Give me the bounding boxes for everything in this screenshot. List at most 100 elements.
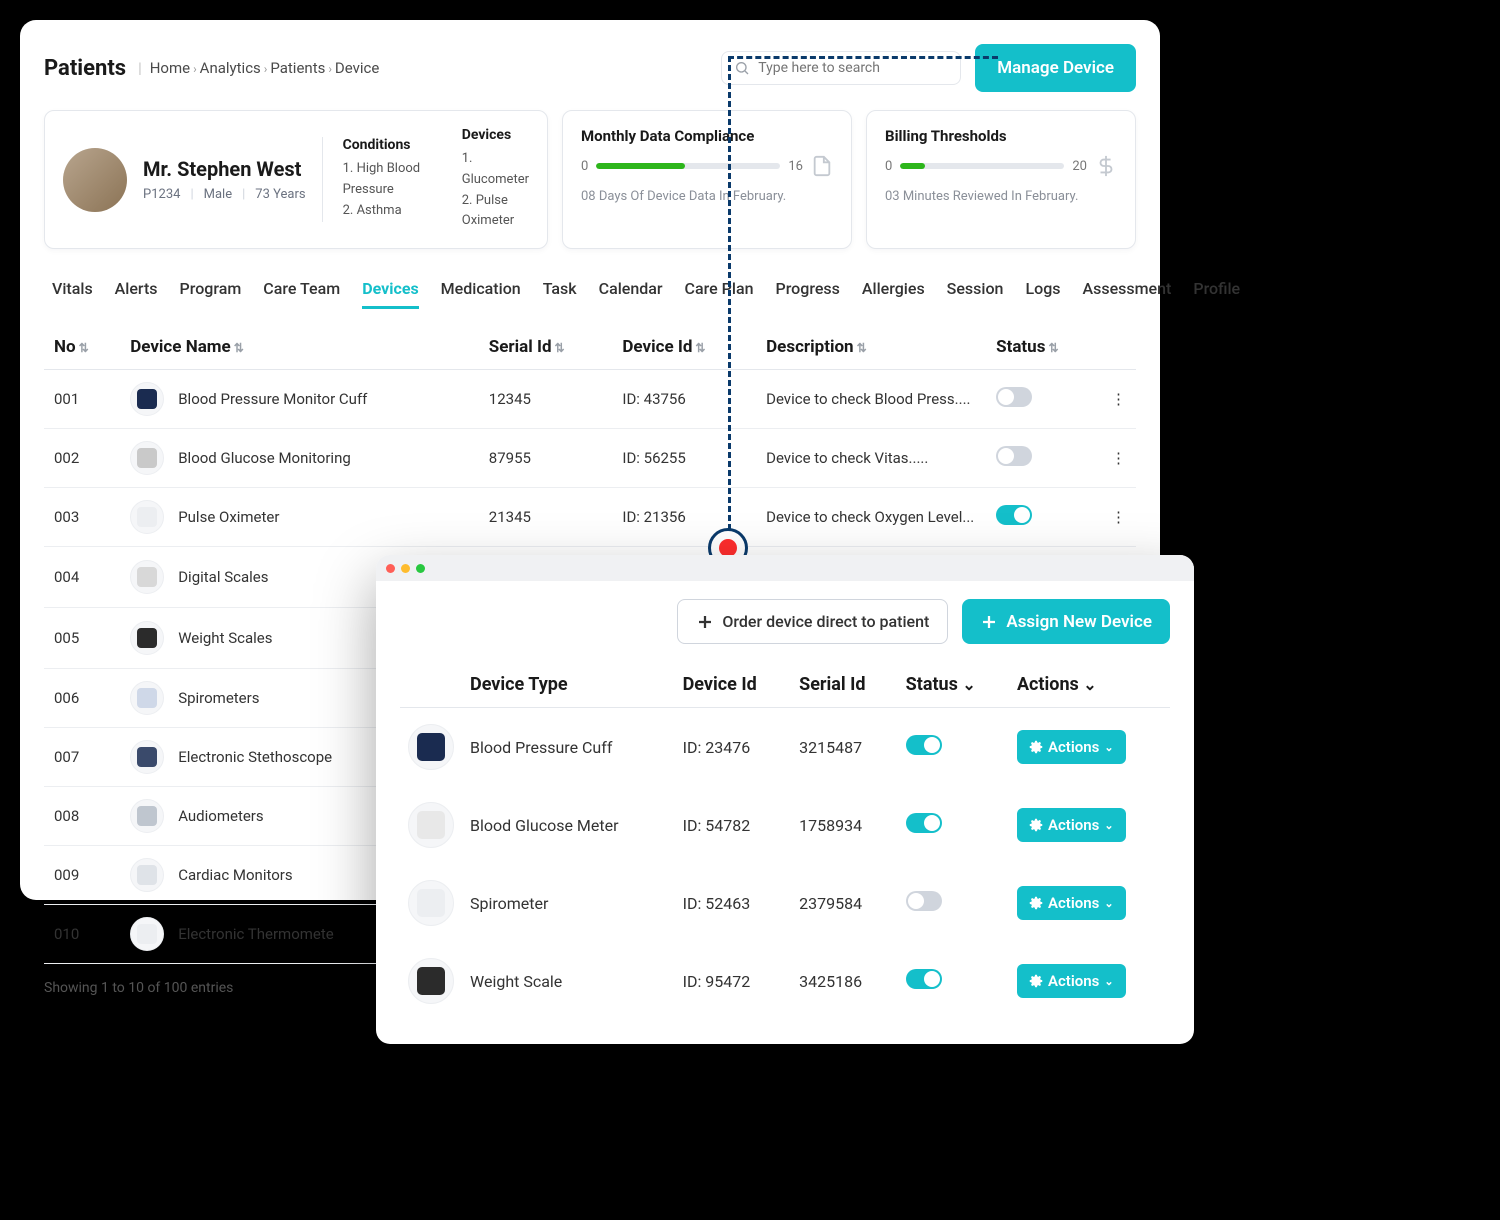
table-row: 002Blood Glucose Monitoring87955ID: 5625… <box>44 429 1136 488</box>
table-row: SpirometerID: 524632379584 Actions ⌄ <box>400 864 1170 942</box>
status-toggle[interactable] <box>906 813 942 833</box>
breadcrumb-link[interactable]: Patients <box>270 59 325 77</box>
plus-icon <box>696 613 714 631</box>
status-toggle[interactable] <box>906 891 942 911</box>
sort-icon: ⇅ <box>555 341 565 355</box>
compliance-bar <box>596 163 780 169</box>
tab-progress[interactable]: Progress <box>776 271 840 309</box>
sort-icon: ⇅ <box>234 341 244 355</box>
device-name: Blood Pressure Monitor Cuff <box>178 390 367 408</box>
device-icon <box>408 880 454 926</box>
device-name: Blood Glucose Monitoring <box>178 449 351 467</box>
row-menu-button[interactable]: ⋮ <box>1101 429 1136 488</box>
tab-care-plan[interactable]: Care Plan <box>685 271 754 309</box>
row-menu-button[interactable]: ⋮ <box>1101 370 1136 429</box>
device-icon <box>130 382 164 416</box>
gear-icon <box>1029 974 1043 988</box>
zoom-dot-icon[interactable] <box>416 564 425 573</box>
row-menu-button[interactable]: ⋮ <box>1101 488 1136 547</box>
popup-devices-table: Device Type Device Id Serial Id Status ⌄… <box>400 662 1170 1020</box>
status-toggle[interactable] <box>996 387 1032 407</box>
callout-line <box>728 56 998 59</box>
device-type: Spirometer <box>462 864 675 942</box>
device-name: Pulse Oximeter <box>178 508 279 526</box>
close-dot-icon[interactable] <box>386 564 395 573</box>
breadcrumb: Patients | Home › Analytics › Patients ›… <box>44 56 379 81</box>
tab-session[interactable]: Session <box>947 271 1004 309</box>
breadcrumb-link[interactable]: Analytics <box>200 59 261 77</box>
tab-medication[interactable]: Medication <box>441 271 521 309</box>
row-actions-button[interactable]: Actions ⌄ <box>1017 730 1126 764</box>
row-actions-button[interactable]: Actions ⌄ <box>1017 964 1126 998</box>
chevron-down-icon: ⌄ <box>962 675 975 694</box>
device-icon <box>130 681 164 715</box>
status-toggle[interactable] <box>906 969 942 989</box>
row-actions-button[interactable]: Actions ⌄ <box>1017 886 1126 920</box>
device-name: Audiometers <box>178 807 263 825</box>
breadcrumb-link[interactable]: Home <box>150 59 190 77</box>
status-toggle[interactable] <box>996 505 1032 525</box>
manage-device-button[interactable]: Manage Device <box>975 44 1136 92</box>
table-row: 003Pulse Oximeter21345ID: 21356Device to… <box>44 488 1136 547</box>
col-devid[interactable]: Device Id <box>675 662 792 708</box>
popup-titlebar <box>376 555 1194 581</box>
page-title: Patients <box>44 56 126 81</box>
gear-icon <box>1029 896 1043 910</box>
device-type: Blood Pressure Cuff <box>462 708 675 787</box>
status-toggle[interactable] <box>906 735 942 755</box>
device-name: Weight Scales <box>178 629 272 647</box>
table-row: Weight ScaleID: 954723425186 Actions ⌄ <box>400 942 1170 1020</box>
sort-icon: ⇅ <box>1048 341 1058 355</box>
device-icon <box>130 740 164 774</box>
col-no[interactable]: No⇅ <box>44 325 120 370</box>
col-status[interactable]: Status⇅ <box>986 325 1101 370</box>
tab-assessment[interactable]: Assessment <box>1083 271 1172 309</box>
gear-icon <box>1029 740 1043 754</box>
patient-name: Mr. Stephen West <box>143 157 306 181</box>
tab-calendar[interactable]: Calendar <box>599 271 663 309</box>
tab-care-team[interactable]: Care Team <box>263 271 340 309</box>
assign-device-button[interactable]: Assign New Device <box>962 599 1170 644</box>
col-type[interactable]: Device Type <box>462 662 675 708</box>
patient-meta: P1234| Male| 73 Years <box>143 187 306 202</box>
device-name: Electronic Stethoscope <box>178 748 332 766</box>
col-serial[interactable]: Serial Id <box>791 662 898 708</box>
device-icon <box>130 621 164 655</box>
devices-block: Devices 1. Glucometer 2. Pulse Oximeter <box>442 127 529 232</box>
avatar <box>63 148 127 212</box>
device-name: Electronic Thermomete <box>178 925 334 943</box>
col-desc[interactable]: Description⇅ <box>756 325 986 370</box>
col-name[interactable]: Device Name⇅ <box>120 325 479 370</box>
tab-alerts[interactable]: Alerts <box>115 271 158 309</box>
sort-icon: ⇅ <box>857 341 867 355</box>
tab-task[interactable]: Task <box>543 271 577 309</box>
tab-profile[interactable]: Profile <box>1193 271 1240 309</box>
tab-program[interactable]: Program <box>180 271 242 309</box>
device-name: Spirometers <box>178 689 259 707</box>
search-input[interactable] <box>758 60 948 76</box>
device-type: Weight Scale <box>462 942 675 1020</box>
tab-devices[interactable]: Devices <box>362 271 418 309</box>
row-actions-button[interactable]: Actions ⌄ <box>1017 808 1126 842</box>
tab-vitals[interactable]: Vitals <box>52 271 93 309</box>
col-status[interactable]: Status ⌄ <box>898 662 1009 708</box>
device-icon <box>130 917 164 951</box>
status-toggle[interactable] <box>996 446 1032 466</box>
device-icon <box>408 802 454 848</box>
tab-allergies[interactable]: Allergies <box>862 271 925 309</box>
plus-icon <box>980 613 998 631</box>
document-icon <box>811 155 833 177</box>
device-name: Digital Scales <box>178 568 268 586</box>
billing-card: Billing Thresholds 0 20 03 Minutes Revie… <box>866 110 1136 249</box>
col-serial[interactable]: Serial Id⇅ <box>479 325 613 370</box>
compliance-card: Monthly Data Compliance 0 16 08 Days Of … <box>562 110 852 249</box>
order-device-button[interactable]: Order device direct to patient <box>677 599 948 644</box>
tab-logs[interactable]: Logs <box>1025 271 1060 309</box>
billing-bar <box>900 163 1064 169</box>
device-name: Cardiac Monitors <box>178 866 292 884</box>
col-actions[interactable]: Actions ⌄ <box>1009 662 1170 708</box>
col-devid[interactable]: Device Id⇅ <box>612 325 756 370</box>
breadcrumb-link[interactable]: Device <box>335 59 379 77</box>
device-icon <box>130 500 164 534</box>
minimize-dot-icon[interactable] <box>401 564 410 573</box>
